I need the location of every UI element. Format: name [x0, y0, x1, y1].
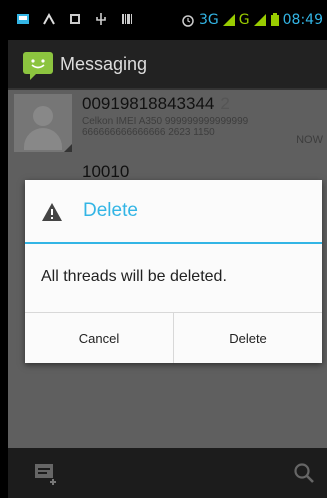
bottom-bar [8, 448, 327, 498]
avatar-corner [64, 144, 72, 152]
dialog-message: All threads will be deleted. [41, 268, 227, 285]
warning-icon [42, 203, 62, 221]
usb-icon [96, 13, 106, 25]
screen: 3G G 08:49 Messaging 00919818843344 2 Cel… [0, 0, 327, 498]
delete-dialog: Delete All threads will be deleted. Canc… [25, 180, 322, 363]
signal-strength-icon [222, 14, 235, 26]
missed-call-icon [43, 12, 55, 25]
status-bar: 3G G 08:49 [8, 0, 327, 40]
barcode-icon [122, 14, 132, 24]
cancel-button[interactable]: Cancel [25, 313, 173, 363]
battery-icon [270, 13, 279, 26]
thread-sender: 10010 [82, 162, 130, 181]
signal-strength-2-icon [253, 14, 266, 26]
thread-sender: 00919818843344 2 [82, 94, 230, 113]
thread-time: NOW [296, 134, 323, 146]
thread-row[interactable]: 00919818843344 2 Celkon IMEI A350 9999999… [8, 90, 327, 156]
messaging-app-icon[interactable] [22, 49, 54, 81]
thread-snippet: Celkon IMEI A350 999999999999999 6666666… [82, 116, 249, 138]
network-type: 3G [199, 12, 219, 28]
alarm-icon [182, 15, 194, 27]
compose-icon[interactable] [34, 462, 60, 486]
dialog-header: Delete [25, 180, 322, 244]
dialog-title: Delete [83, 200, 138, 221]
delete-button[interactable]: Delete [173, 313, 322, 363]
clock: 08:49 [282, 12, 323, 28]
action-bar: Messaging [8, 40, 327, 90]
app-title: Messaging [60, 54, 148, 74]
notification-message-icon [17, 14, 29, 24]
thread-count: 2 [220, 94, 230, 113]
search-icon[interactable] [293, 462, 315, 484]
signal-g-label: G [238, 12, 250, 28]
dialog-buttons: Cancel Delete [25, 312, 322, 363]
sim-icon [70, 14, 80, 24]
